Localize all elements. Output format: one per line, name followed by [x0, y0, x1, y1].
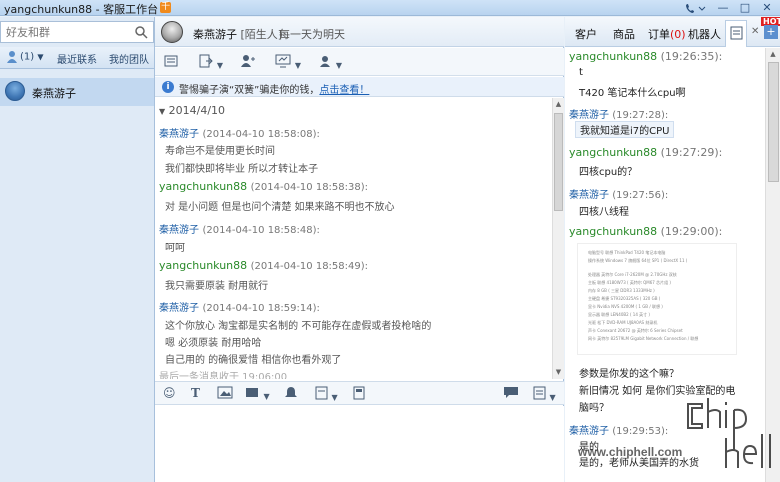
tab-robot[interactable]: 机器人	[688, 26, 721, 42]
shake-icon[interactable]	[283, 386, 299, 403]
message-header: yangchunkun88 (2014-04-10 18:58:38):	[159, 180, 369, 193]
tab-orders[interactable]: 订单(0)	[648, 26, 686, 42]
tab-customer[interactable]: 客户	[575, 26, 597, 42]
image-icon[interactable]	[217, 386, 233, 402]
message-line: 参数是你发的这个嘛？	[579, 369, 679, 380]
input-toolbar: ☺ T ▼ ▼ ▼	[155, 381, 564, 405]
last-message-note: 最后一条消息收于 19:06:00	[159, 372, 288, 379]
message-line: 新旧情况 如何 是你们实验室配的电	[579, 386, 736, 397]
notice-link[interactable]: 点击查看！	[319, 85, 369, 96]
contact-name: 秦燕游子	[32, 87, 76, 100]
message-icon[interactable]	[503, 386, 519, 402]
add-icon[interactable]: +	[764, 25, 778, 39]
notice-text: 警惕骗子演“双簧”骗走你的钱，	[179, 85, 320, 96]
chat-contact-name: 秦燕游子 [陌生人]	[193, 28, 283, 41]
message-line: 寿命岂不是使用更长时间	[165, 146, 275, 157]
maximize-button[interactable]: □	[734, 0, 756, 16]
right-tabs: 客户 商品 订单(0) 机器人 ✕ HOT +	[565, 17, 780, 47]
screenshot-icon[interactable]: ▼	[245, 386, 270, 402]
app-logo-icon: 千	[160, 2, 172, 13]
security-notice: i 警惕骗子演“双簧”骗走你的钱，点击查看！	[155, 77, 564, 97]
search-input[interactable]	[1, 22, 121, 42]
avatar	[5, 81, 25, 101]
message-line: 四核cpu的？	[579, 167, 638, 178]
message-header: yangchunkun88 (2014-04-10 18:58:49):	[159, 259, 369, 272]
scroll-down-icon[interactable]: ▼	[553, 366, 564, 378]
tab-contacts[interactable]: (1) ▼	[6, 50, 44, 63]
chat-scrollbar[interactable]: ▲ ▼	[552, 98, 564, 379]
avatar[interactable]	[161, 21, 183, 43]
contact-search[interactable]	[0, 21, 154, 43]
collapse-arrow-icon: ▼	[159, 107, 166, 116]
calculator-icon[interactable]	[353, 386, 365, 403]
message-line: 自己用的 的确很爱惜 相信你也看外观了	[165, 355, 342, 366]
contacts-sidebar: (1) ▼ 最近联系 我的团队 秦燕游子	[0, 17, 155, 482]
tab-notes[interactable]	[725, 20, 747, 47]
contact-item[interactable]: 秦燕游子	[0, 78, 154, 106]
message-line: 这个你放心 淘宝都是实名制的 不可能存在虚假或者投枪啥的	[165, 321, 432, 332]
history-icon[interactable]: ▼	[533, 386, 556, 403]
message-line: 嗯 必须原装 耐用哈哈	[165, 338, 262, 349]
contact-tag: [陌生人]	[240, 28, 283, 41]
search-icon[interactable]	[134, 25, 148, 39]
message-line: 我就知道是i7的CPU	[575, 121, 675, 138]
message-line: 我只需要原装 耐用就行	[165, 281, 269, 292]
tab-my-team[interactable]: 我的团队	[109, 51, 149, 66]
tab-recent[interactable]: 最近联系	[57, 51, 97, 66]
quick-phrase-icon[interactable]: ▼	[315, 386, 338, 403]
chat-toolbar: ▼ ▼ ▼	[155, 48, 564, 76]
scroll-up-icon[interactable]: ▲	[766, 48, 780, 60]
message-line: T420 笔记本什么cpu啊	[579, 88, 686, 99]
spec-screenshot-image[interactable]: 电脑型号 联想 ThinkPad T420 笔记本电脑 操作系统 Windows…	[577, 243, 737, 355]
font-icon[interactable]: T	[191, 386, 200, 400]
message-line: 四核八线程	[579, 207, 629, 218]
message-header: 秦燕游子 (2014-04-10 18:59:14):	[159, 303, 320, 314]
chat-header: 秦燕游子 [陌生人] 每一天为明天	[155, 17, 564, 47]
scroll-thumb[interactable]	[768, 62, 779, 182]
info-icon: i	[162, 81, 174, 93]
emoji-icon[interactable]: ☺	[163, 386, 176, 400]
message-line: t	[579, 67, 583, 78]
message-header: yangchunkun88 (19:26:35):	[569, 50, 723, 63]
window-title: yangchunkun88 - 客服工作台千	[4, 2, 172, 16]
message-header: yangchunkun88 (19:29:00):	[569, 225, 723, 238]
phone-icon[interactable]	[680, 0, 710, 16]
transfer-button[interactable]: ▼	[199, 54, 223, 70]
tab-products[interactable]: 商品	[613, 26, 635, 42]
message-header: 秦燕游子 (2014-04-10 18:58:08):	[159, 129, 320, 140]
contact-status: 每一天为明天	[279, 28, 345, 41]
message-header: yangchunkun88 (19:27:29):	[569, 146, 723, 159]
notes-icon	[730, 26, 743, 40]
title-bar: yangchunkun88 - 客服工作台千 — □ ✕	[0, 0, 780, 16]
message-header: 秦燕游子 (19:27:28):	[569, 110, 669, 121]
close-tab-icon[interactable]: ✕	[751, 26, 759, 37]
scroll-thumb[interactable]	[554, 113, 563, 211]
message-history: ▼ 2014/4/10 秦燕游子 (2014-04-10 18:58:08): …	[155, 98, 552, 379]
add-contact-button[interactable]	[241, 54, 255, 70]
products-button[interactable]	[164, 54, 178, 70]
chat-panel: 秦燕游子 [陌生人] 每一天为明天 ▼ ▼ ▼ i 警惕骗子演“双簧”骗走你的钱…	[155, 17, 564, 482]
minimize-button[interactable]: —	[712, 0, 734, 16]
block-button[interactable]: ▼	[318, 54, 342, 70]
sidebar-tabs: (1) ▼ 最近联系 我的团队	[0, 47, 154, 69]
scroll-up-icon[interactable]: ▲	[553, 98, 564, 110]
message-input[interactable]	[155, 406, 564, 482]
message-header: 秦燕游子 (2014-04-10 18:58:48):	[159, 225, 320, 236]
chevron-down-icon: ▼	[37, 52, 44, 62]
message-line: 呵呵	[165, 243, 185, 254]
message-line: 脑吗？	[579, 403, 609, 414]
remote-assist-button[interactable]: ▼	[275, 54, 301, 70]
message-line: 对 是小问题 但是也问个清楚 如果来路不明也不放心	[165, 202, 395, 213]
close-button[interactable]: ✕	[756, 0, 778, 16]
message-line: 我们都快即将毕业 所以才转让本子	[165, 164, 319, 175]
watermark-url: www.chiphell.com	[578, 445, 683, 459]
chiphell-watermark-logo	[687, 398, 771, 468]
date-divider: ▼ 2014/4/10	[159, 104, 226, 117]
person-icon	[7, 51, 17, 63]
message-header: 秦燕游子 (19:27:56):	[569, 190, 669, 201]
